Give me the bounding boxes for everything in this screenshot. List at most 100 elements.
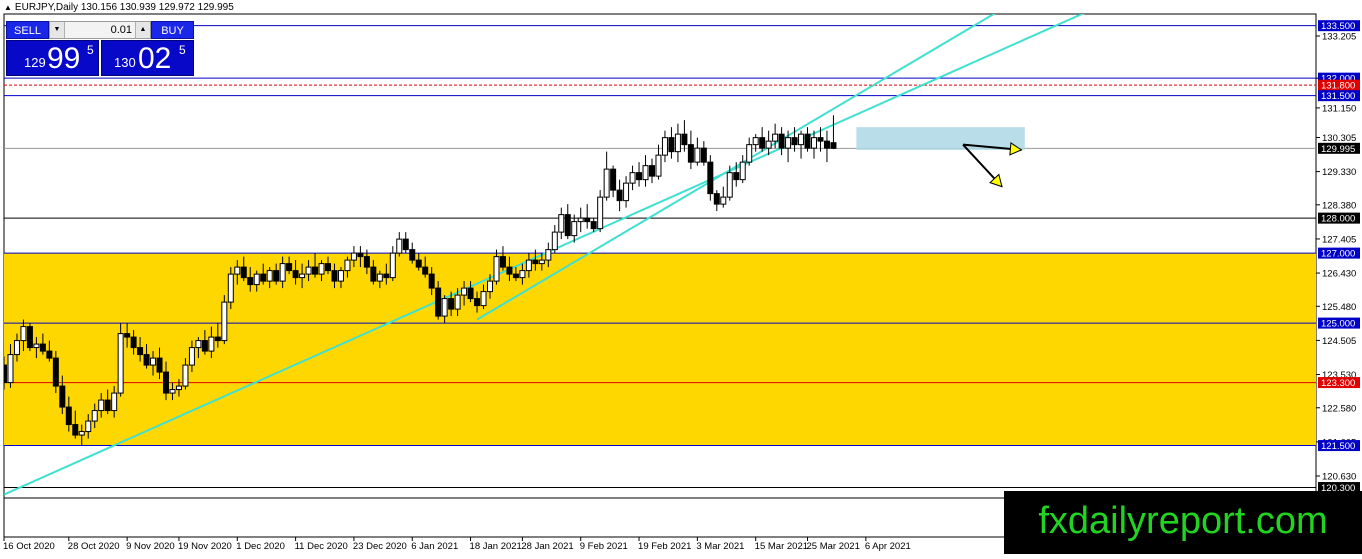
y-tick-label: 127.405 — [1322, 234, 1356, 245]
candle-body-bull — [78, 431, 85, 436]
candle-body-bull — [694, 147, 701, 163]
candle-body-bear — [759, 137, 766, 149]
candle-body-bear — [474, 298, 481, 307]
candle-body-bull — [150, 357, 157, 366]
candle-body-bear — [137, 347, 144, 356]
candle-body-bull — [350, 252, 357, 261]
candle-body-bear — [409, 249, 416, 261]
price-tag-label: 123.300 — [1321, 378, 1355, 389]
candle-body-bull — [266, 270, 273, 282]
level-price-tag: 123.300 — [1318, 377, 1360, 389]
candle-body-bear — [52, 357, 59, 387]
x-tick-label: 16 Oct 2020 — [3, 541, 55, 552]
candle-body-bear — [435, 287, 442, 317]
candle-body-bear — [428, 273, 435, 289]
candle-body-bull — [227, 273, 234, 303]
sell-button[interactable]: SELL — [6, 21, 49, 39]
candle-body-bull — [720, 196, 727, 205]
candle-body-bear — [590, 221, 597, 230]
candle-body-bear — [130, 336, 137, 349]
lot-size-value[interactable]: 0.01 — [64, 22, 136, 38]
candle-body-bear — [156, 357, 163, 373]
consolidation-box — [856, 127, 1025, 150]
candle-body-bear — [512, 273, 519, 279]
candle-body-bull — [746, 144, 753, 163]
buy-price-quote[interactable]: 130 02 5 — [101, 40, 194, 76]
candle-body-bear — [312, 266, 319, 275]
candle — [707, 155, 714, 201]
candle-body-bull — [91, 410, 98, 422]
candle-body-bull — [389, 252, 396, 279]
candle-body-bull — [85, 420, 92, 433]
y-tick-label: 125.480 — [1322, 302, 1356, 313]
candle-body-bull — [20, 326, 27, 342]
sell-price-quote[interactable]: 129 99 5 — [6, 40, 99, 76]
level-price-tag: 127.000 — [1318, 247, 1360, 260]
lot-size-field[interactable]: ▼ 0.01 ▲ — [49, 21, 151, 39]
candle-body-bull — [98, 399, 105, 412]
candle-body-bull — [493, 256, 500, 282]
candle-body-bull — [798, 133, 805, 146]
candle — [221, 295, 228, 345]
candle-body-bull — [337, 270, 344, 282]
candle-body-bear — [532, 259, 539, 265]
candle-body-bear — [65, 406, 72, 426]
candle-body-bear — [687, 144, 694, 163]
candle-body-bull — [655, 154, 662, 177]
level-price-tag: 128.000 — [1318, 212, 1360, 225]
decrease-lot-icon[interactable]: ▼ — [50, 22, 65, 38]
candle-body-bull — [661, 137, 668, 156]
candle-body-bull — [577, 217, 584, 223]
sell-price-fraction: 5 — [87, 43, 94, 57]
candle-body-bull — [726, 172, 733, 198]
candle-body-bear — [260, 273, 267, 282]
candle-body-bull — [117, 333, 124, 394]
x-tick-label: 15 Mar 2021 — [755, 541, 808, 552]
candle-body-bear — [649, 165, 655, 177]
chart-area: 133.205132.000131.150130.305129.330128.3… — [0, 0, 1362, 559]
candle-body-bear — [325, 263, 331, 272]
candle-body-bull — [811, 137, 817, 149]
candle-body-bull — [629, 172, 636, 184]
candle-body-bull — [376, 273, 383, 282]
candle-body-bear — [499, 256, 506, 268]
candle-body-bull — [188, 347, 195, 366]
candle-body-bull — [299, 273, 306, 279]
candle-body-bull — [454, 294, 461, 310]
candle-body-bear — [713, 193, 720, 205]
candle-body-bull — [752, 137, 759, 146]
candle-body-bull — [33, 343, 40, 349]
candle-body-bull — [739, 161, 746, 181]
candle-body-bear — [448, 298, 455, 310]
sell-price-pips: 99 — [47, 42, 81, 75]
candle-body-bull — [461, 287, 468, 296]
candle-body-bear — [506, 266, 513, 275]
candle — [26, 323, 33, 352]
candle-body-bear — [104, 399, 111, 412]
candle-body-bull — [538, 259, 545, 265]
candle-body-bear — [681, 133, 688, 146]
candle-body-bear — [4, 364, 7, 384]
candle-body-bull — [13, 340, 20, 356]
price-tag-label: 131.800 — [1321, 81, 1355, 92]
candle-body-bear — [610, 168, 617, 191]
buy-price-fraction: 5 — [179, 43, 186, 57]
increase-lot-icon[interactable]: ▲ — [135, 22, 150, 38]
buy-button[interactable]: BUY — [151, 21, 194, 39]
candle-body-bull — [7, 354, 14, 384]
x-tick-label: 19 Feb 2021 — [638, 541, 691, 552]
candle-body-bear — [240, 266, 247, 279]
candle-body-bear — [331, 270, 338, 282]
level-price-tag: 121.500 — [1318, 440, 1360, 452]
candle-body-bear — [247, 277, 254, 286]
x-tick-label: 1 Dec 2020 — [236, 541, 285, 552]
candle-body-bear — [363, 256, 370, 268]
x-tick-label: 23 Dec 2020 — [353, 541, 407, 552]
candle-body-bull — [597, 196, 604, 230]
candle-body-bear — [273, 270, 280, 282]
candle-body-bull — [487, 280, 493, 293]
candle-body-bull — [208, 336, 215, 352]
candle-body-bull — [111, 392, 118, 412]
candle-body-bear — [163, 371, 169, 394]
y-tick-label: 133.205 — [1322, 32, 1356, 43]
